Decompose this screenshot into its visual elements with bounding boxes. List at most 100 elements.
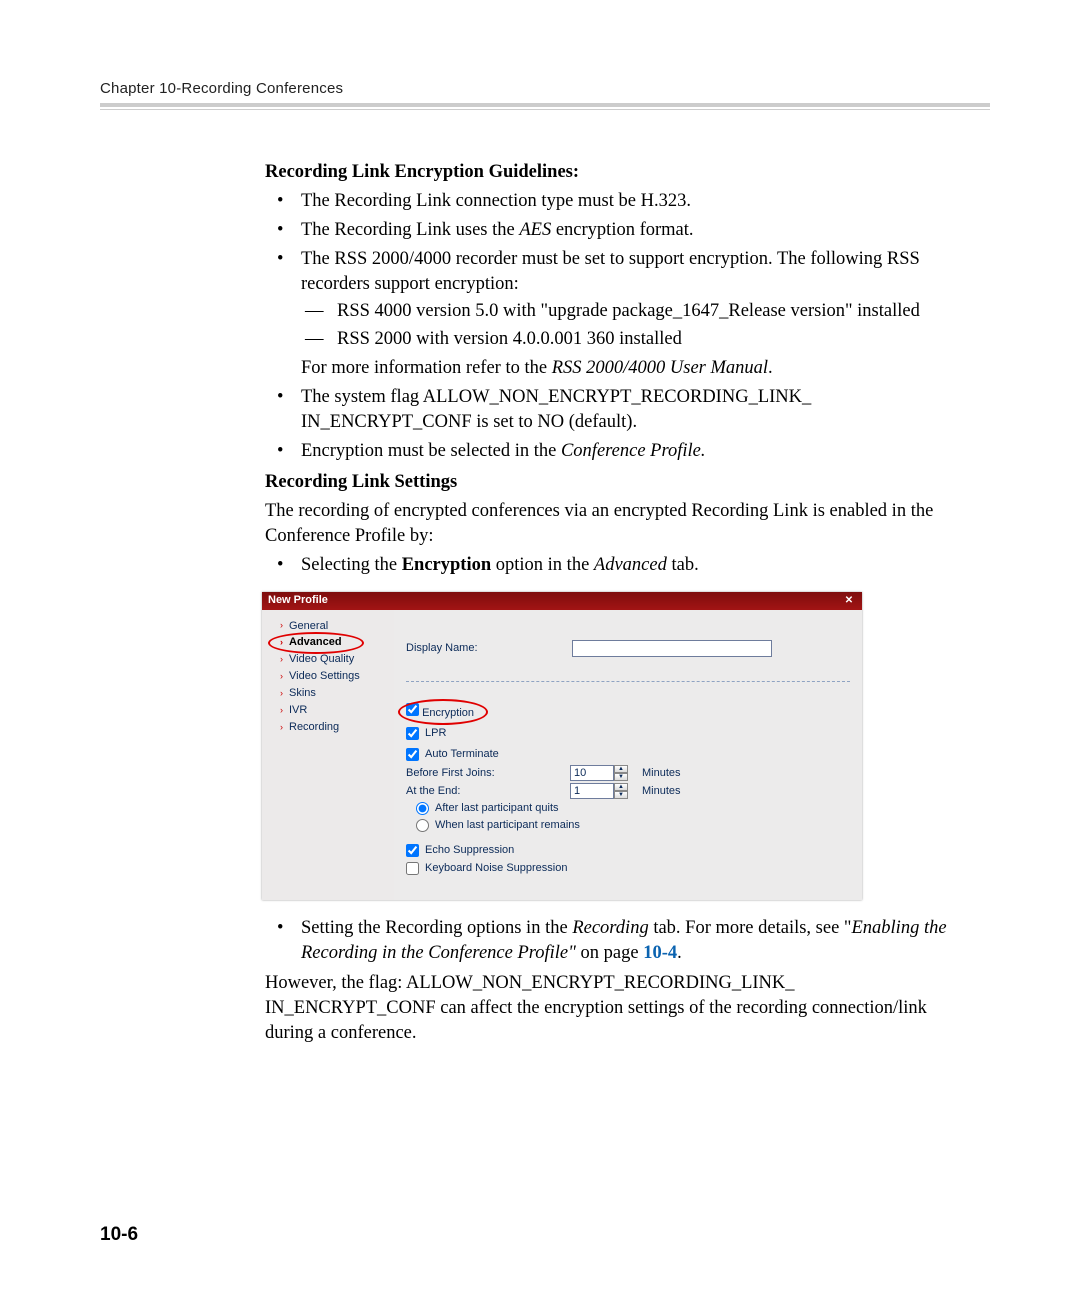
profile-dialog-screenshot: New Profile ✕ › General › Advanced › Video …: [262, 592, 862, 900]
display-name-input[interactable]: [572, 640, 772, 657]
encryption-checkbox[interactable]: Encryption: [406, 703, 474, 721]
keyboard-noise-checkbox[interactable]: Keyboard Noise Suppression: [406, 861, 850, 876]
auto-terminate-checkbox[interactable]: Auto Terminate: [406, 747, 850, 762]
document-page: Chapter 10-Recording Conferences Recordi…: [0, 0, 1080, 1306]
checkbox-icon[interactable]: [406, 748, 419, 761]
lpr-checkbox[interactable]: LPR: [406, 726, 850, 741]
display-name-label: Display Name:: [406, 641, 560, 656]
checkbox-label: Auto Terminate: [425, 747, 499, 762]
paragraph: However, the flag: ALLOW_NON_ENCRYPT_REC…: [265, 971, 965, 1046]
header-rules: [100, 103, 990, 110]
checkbox-icon[interactable]: [406, 703, 419, 716]
radio-label: After last participant quits: [435, 801, 559, 816]
radio-icon[interactable]: [416, 802, 429, 815]
settings-list-continued: Setting the Recording options in the Rec…: [265, 916, 965, 966]
body-content: Recording Link Encryption Guidelines: Th…: [265, 160, 965, 1046]
nav-general[interactable]: › General: [276, 618, 394, 635]
list-item: RSS 2000 with version 4.0.0.001 360 inst…: [337, 327, 965, 352]
text: encryption format.: [551, 220, 693, 240]
text: Encryption must be selected in the: [301, 441, 561, 461]
checkbox-icon[interactable]: [406, 727, 419, 740]
radio-when-remains[interactable]: When last participant remains: [416, 818, 850, 833]
close-icon[interactable]: ✕: [842, 594, 856, 608]
radio-after-quit[interactable]: After last participant quits: [416, 801, 850, 816]
caret-icon: ›: [280, 655, 283, 664]
display-name-row: Display Name:: [406, 640, 850, 657]
caret-icon: ›: [280, 706, 283, 715]
nav-video-quality[interactable]: › Video Quality: [276, 651, 394, 668]
dialog-body: › General › Advanced › Video Quality › Video…: [262, 610, 862, 900]
nav-advanced[interactable]: › Advanced: [276, 634, 394, 651]
nav-label: Advanced: [289, 635, 342, 650]
paragraph: The recording of encrypted conferences v…: [265, 499, 965, 549]
text-emphasis: AES: [519, 220, 551, 240]
list-item: The Recording Link connection type must …: [301, 189, 965, 214]
list-item: Selecting the Encryption option in the A…: [301, 553, 965, 578]
page-cross-reference[interactable]: 10-4: [643, 943, 677, 963]
settings-list: Selecting the Encryption option in the A…: [265, 553, 965, 578]
minutes-stepper[interactable]: 1 ▲ ▼: [570, 783, 628, 799]
page-number: 10-6: [100, 1224, 138, 1246]
chapter-header: Chapter 10-Recording Conferences: [100, 80, 990, 97]
dialog-title: New Profile: [268, 593, 328, 608]
text-bold: Encryption: [402, 555, 491, 575]
text: tab.: [667, 555, 699, 575]
section-heading-settings: Recording Link Settings: [265, 470, 965, 495]
text: Selecting the: [301, 555, 402, 575]
minutes-stepper[interactable]: 10 ▲ ▼: [570, 765, 628, 781]
text: .: [677, 943, 682, 963]
list-item: The Recording Link uses the AES encrypti…: [301, 218, 965, 243]
checkbox-label: Echo Suppression: [425, 843, 514, 858]
unit-label: Minutes: [642, 784, 681, 799]
checkbox-label: LPR: [425, 726, 446, 741]
nav-ivr[interactable]: › IVR: [276, 702, 394, 719]
nav-label: Skins: [289, 686, 316, 701]
text: For more information refer to the: [301, 358, 552, 378]
text: The RSS 2000/4000 recorder must be set t…: [301, 249, 920, 294]
step-up-icon[interactable]: ▲: [614, 765, 628, 773]
nav-label: General: [289, 619, 328, 634]
radio-icon[interactable]: [416, 819, 429, 832]
panel-divider: [406, 681, 850, 682]
stepper-input[interactable]: 10: [570, 765, 614, 781]
caret-icon: ›: [280, 638, 283, 647]
checkbox-icon[interactable]: [406, 862, 419, 875]
caret-icon: ›: [280, 672, 283, 681]
checkbox-label: Encryption: [422, 707, 474, 719]
stepper-buttons: ▲ ▼: [614, 765, 628, 781]
unit-label: Minutes: [642, 766, 681, 781]
nav-label: Video Quality: [289, 652, 354, 667]
before-first-joins-row: Before First Joins: 10 ▲ ▼ Minutes: [406, 765, 850, 781]
subitem-list: RSS 4000 version 5.0 with "upgrade packa…: [301, 299, 965, 352]
list-item: The RSS 2000/4000 recorder must be set t…: [301, 247, 965, 381]
step-down-icon[interactable]: ▼: [614, 773, 628, 781]
radio-label: When last participant remains: [435, 818, 580, 833]
at-the-end-row: At the End: 1 ▲ ▼ Minutes: [406, 783, 850, 799]
checkbox-icon[interactable]: [406, 844, 419, 857]
text: on page: [576, 943, 643, 963]
nav-label: IVR: [289, 703, 307, 718]
dialog-titlebar: New Profile ✕: [262, 592, 862, 610]
stepper-buttons: ▲ ▼: [614, 783, 628, 799]
section-heading-guidelines: Recording Link Encryption Guidelines:: [265, 160, 965, 185]
list-item: Setting the Recording options in the Rec…: [301, 916, 965, 966]
nav-label: Video Settings: [289, 669, 360, 684]
nav-skins[interactable]: › Skins: [276, 685, 394, 702]
step-down-icon[interactable]: ▼: [614, 791, 628, 799]
guidelines-list: The Recording Link connection type must …: [265, 189, 965, 464]
caret-icon: ›: [280, 621, 283, 630]
nav-recording[interactable]: ›Recording: [276, 719, 394, 736]
field-label: Before First Joins:: [406, 766, 560, 781]
caret-icon: ›: [280, 689, 283, 698]
text: .: [768, 358, 773, 378]
dialog-panel: Display Name: Encryption LPR Auto: [394, 610, 862, 900]
step-up-icon[interactable]: ▲: [614, 783, 628, 791]
text-emphasis: Advanced: [594, 555, 667, 575]
stepper-input[interactable]: 1: [570, 783, 614, 799]
text: tab. For more details, see ": [649, 918, 852, 938]
nav-label: Recording: [289, 720, 339, 735]
nav-video-settings[interactable]: › Video Settings: [276, 668, 394, 685]
field-label: At the End:: [406, 784, 560, 799]
echo-suppression-checkbox[interactable]: Echo Suppression: [406, 843, 850, 858]
text: The Recording Link uses the: [301, 220, 519, 240]
